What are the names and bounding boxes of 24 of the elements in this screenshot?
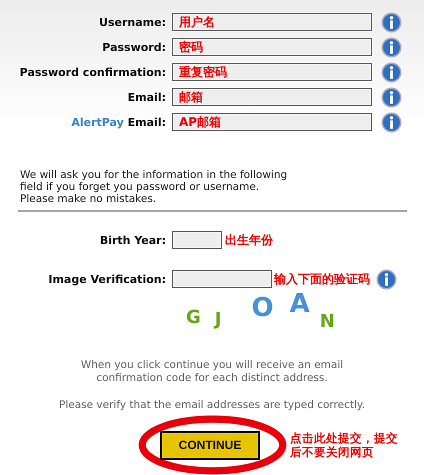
input-field[interactable]: 密码 (172, 38, 372, 56)
field-label: Username: (98, 16, 167, 28)
info-text: When you click continue you will receive an email confirmation code for each distinct address. (80, 359, 344, 385)
input-field[interactable]: 邮箱 (172, 88, 372, 106)
captcha-character: N (320, 313, 335, 331)
captcha-character: A (290, 291, 310, 317)
captcha-character: J (214, 311, 222, 329)
continue-button[interactable]: CONTINUE (160, 430, 260, 460)
captcha-character: G (186, 309, 201, 327)
field-label: Birth Year: (98, 234, 167, 246)
input-field[interactable]: 重复密码 (172, 63, 372, 81)
input-field[interactable]: 用户名 (172, 13, 372, 31)
field-label: AlertPay Email: (70, 116, 167, 128)
info-text: Please verify that the email addresses are typed correctly. (58, 399, 366, 412)
field-label: Email: (126, 90, 167, 104)
field-label: Image Verification: (47, 272, 167, 286)
field-label: Password confirmation: (18, 66, 167, 78)
captcha-character: O (251, 295, 274, 321)
input-field[interactable]: AP邮箱 (172, 113, 372, 131)
annotation-text: 出生年份 (225, 232, 273, 248)
field-label: Password: (101, 40, 167, 54)
annotation-text: 点击此处提交，提交后不要关闭网页 (290, 431, 398, 459)
annotation-text: 输入下面的验证码 (274, 270, 370, 288)
notice-text: We will ask you for the information in the following field if you forget you password or username. Please make no mistakes. (18, 169, 407, 212)
